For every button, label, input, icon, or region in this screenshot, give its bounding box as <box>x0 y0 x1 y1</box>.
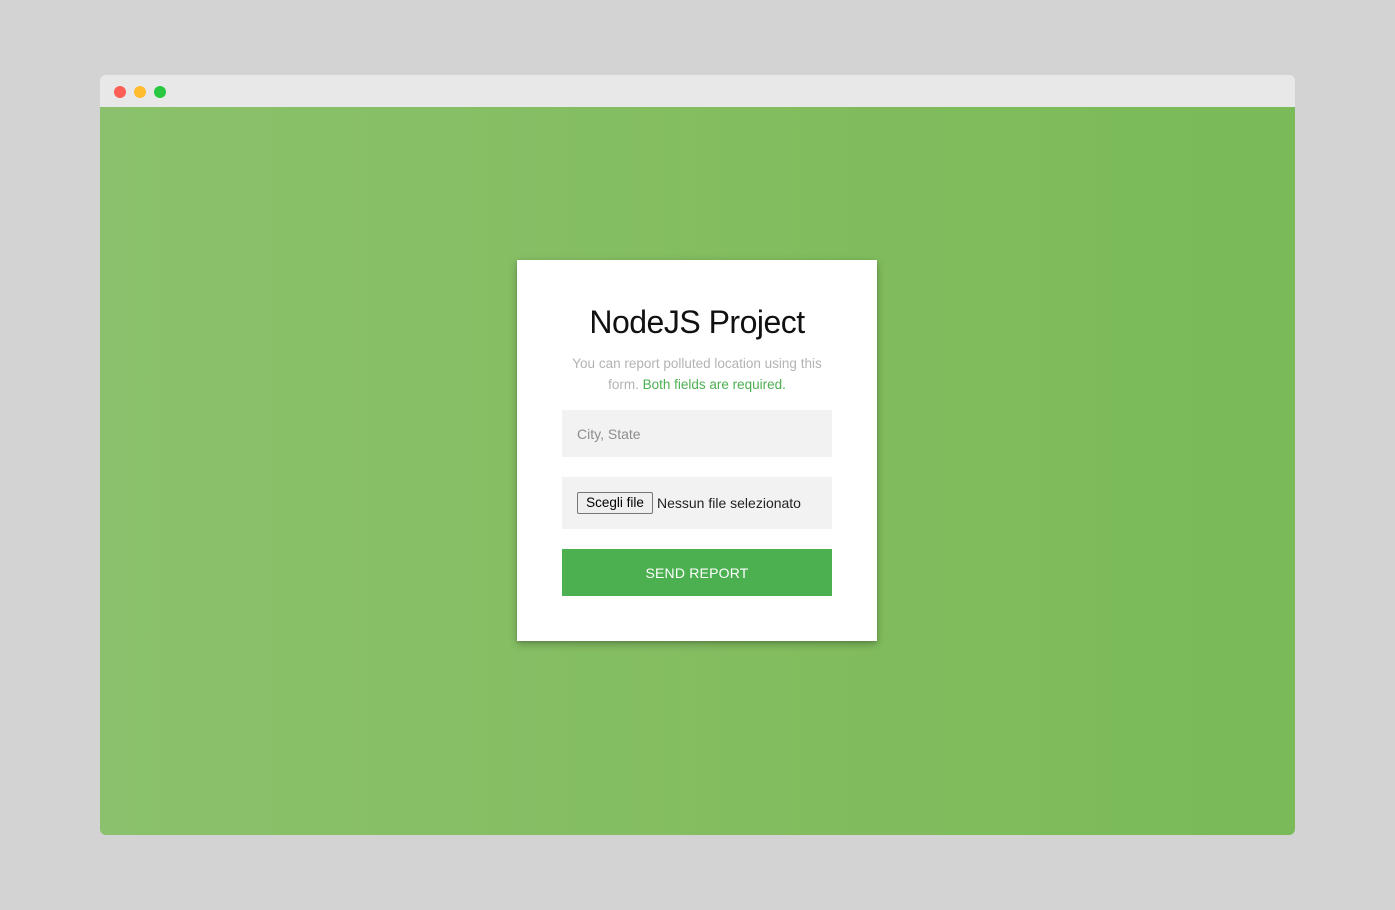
maximize-window-button[interactable] <box>154 86 166 98</box>
file-upload-field: Scegli file Nessun file selezionato <box>562 477 832 529</box>
report-form-card: NodeJS Project You can report polluted l… <box>517 260 877 641</box>
browser-window: NodeJS Project You can report polluted l… <box>100 75 1295 835</box>
page-title: NodeJS Project <box>589 304 805 340</box>
choose-file-button[interactable]: Scegli file <box>577 492 653 514</box>
required-fields-note: Both fields are required. <box>642 377 786 392</box>
city-state-input[interactable] <box>562 410 832 457</box>
form-description: You can report polluted location using t… <box>562 353 832 395</box>
close-window-button[interactable] <box>114 86 126 98</box>
window-titlebar <box>100 75 1295 107</box>
page-background: NodeJS Project You can report polluted l… <box>100 107 1295 835</box>
send-report-button[interactable]: SEND REPORT <box>562 549 832 596</box>
file-status-text: Nessun file selezionato <box>657 495 801 511</box>
minimize-window-button[interactable] <box>134 86 146 98</box>
